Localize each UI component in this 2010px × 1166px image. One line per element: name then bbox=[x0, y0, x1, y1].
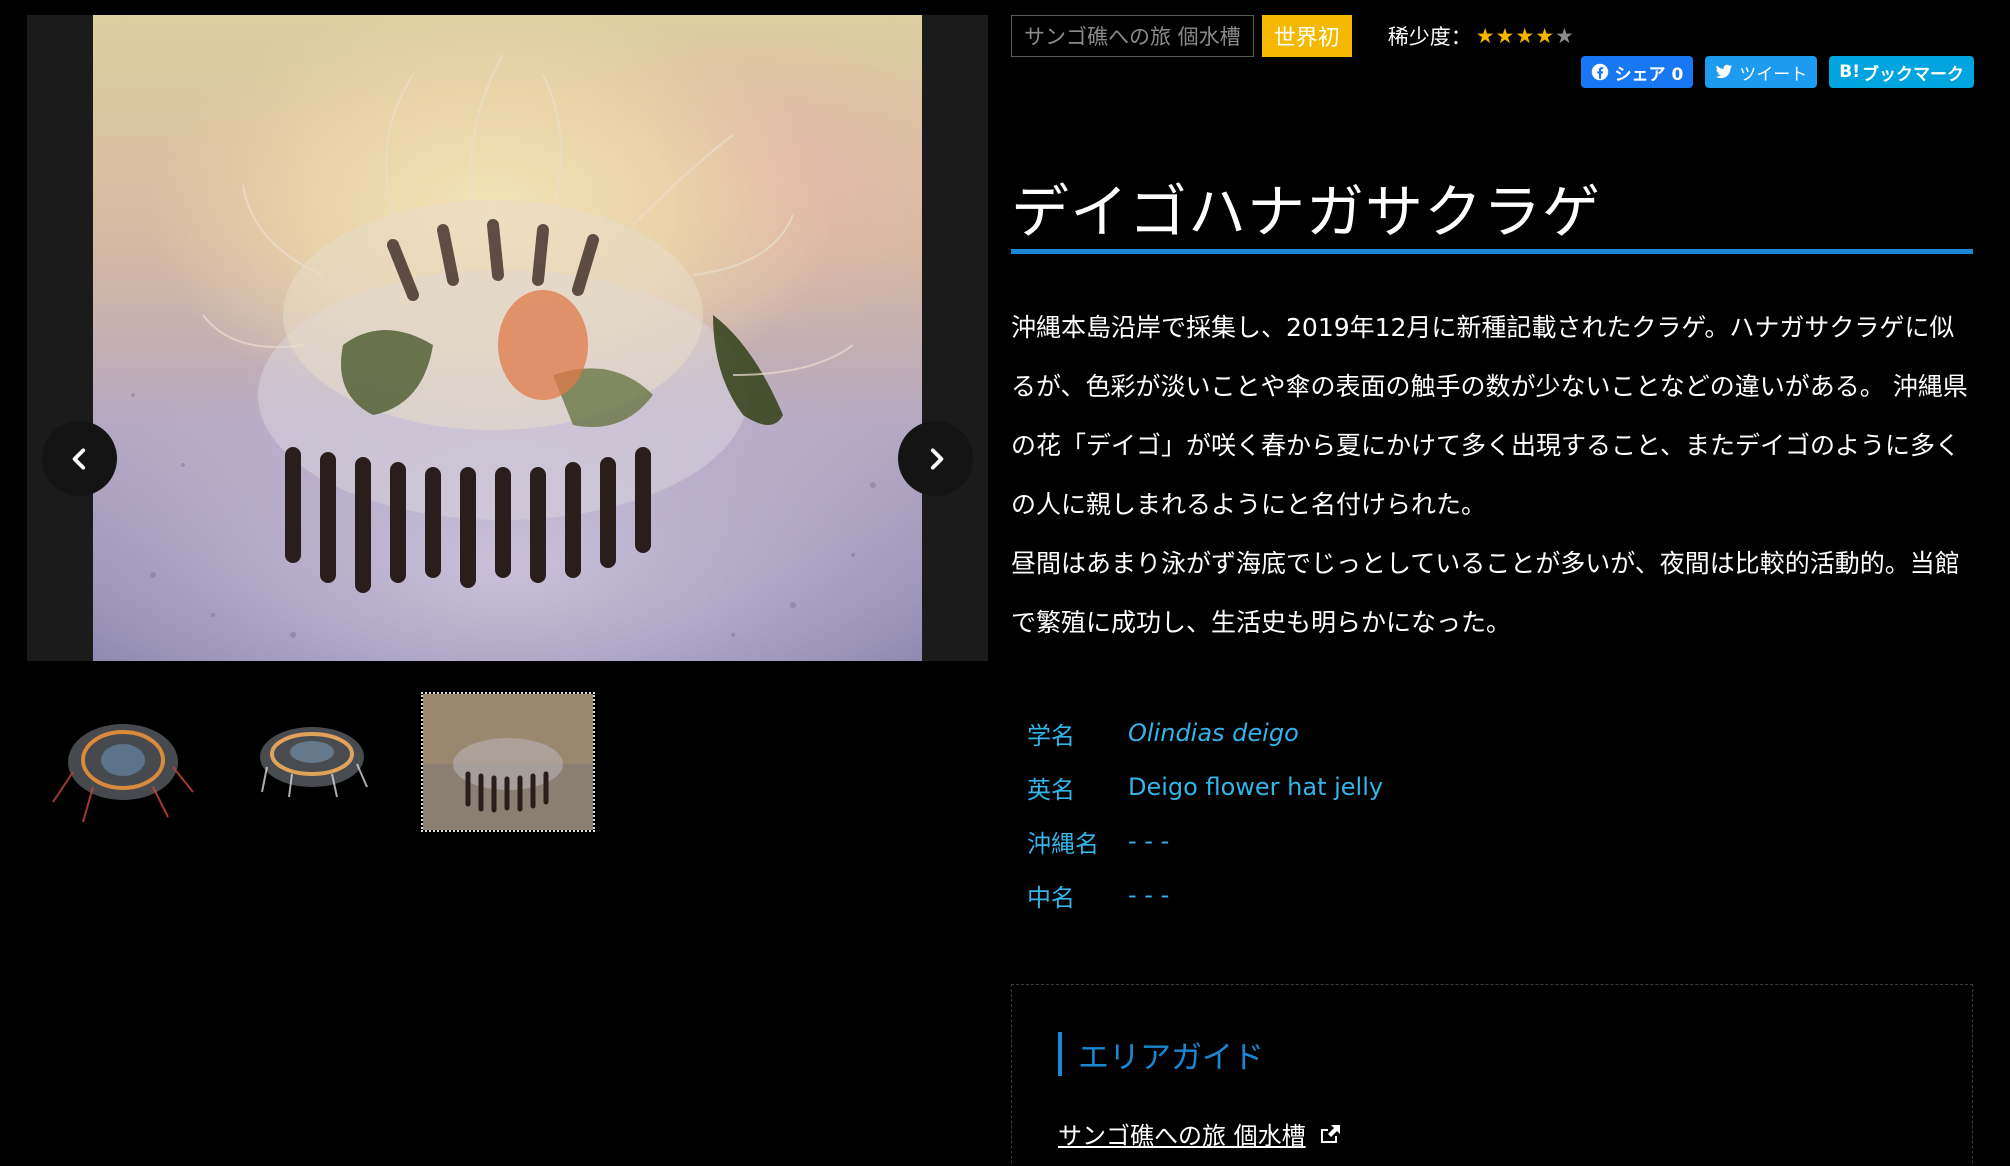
star-filled-icon: ★ bbox=[1495, 24, 1516, 48]
fact-value: - - - bbox=[1128, 881, 1170, 909]
facebook-share-button[interactable]: シェア 0 bbox=[1580, 56, 1694, 88]
location-tag[interactable]: サンゴ礁への旅 個水槽 bbox=[1011, 15, 1254, 57]
rarity-rating: 稀少度： ★★★★★ bbox=[1388, 21, 1575, 51]
main-jellyfish-photo bbox=[93, 15, 922, 661]
fact-key: 英名 bbox=[1027, 775, 1075, 804]
jellyfish-thumbnail-image bbox=[423, 694, 593, 830]
fact-row-okinawan-name: 沖縄名 - - - bbox=[1027, 814, 1383, 868]
gallery-prev-button[interactable] bbox=[42, 421, 117, 496]
star-empty-icon: ★ bbox=[1555, 24, 1575, 48]
twitter-tweet-button[interactable]: ツイート bbox=[1705, 56, 1818, 88]
external-link-icon bbox=[1318, 1123, 1342, 1145]
jellyfish-thumbnail-image bbox=[260, 727, 368, 798]
fact-value: Deigo flower hat jelly bbox=[1128, 773, 1384, 801]
page-title: デイゴハナガサクラゲ bbox=[1011, 178, 1602, 246]
twitter-bird-icon bbox=[1715, 64, 1733, 80]
jellyfish-thumbnail-image bbox=[52, 724, 194, 823]
description-paragraph-1: 沖縄本島沿岸で採集し、2019年12月に新種記載されたクラゲ。ハナガサクラゲに似… bbox=[1011, 313, 1968, 519]
rarity-stars: ★★★★★ bbox=[1476, 24, 1575, 48]
hatena-bookmark-label: ブックマーク bbox=[1862, 64, 1964, 85]
twitter-tweet-label: ツイート bbox=[1739, 64, 1808, 85]
thumbnail-1[interactable] bbox=[33, 692, 203, 834]
fact-row-english-name: 英名 Deigo flower hat jelly bbox=[1027, 760, 1383, 814]
fact-value: Olindias deigo bbox=[1128, 719, 1299, 747]
title-underline bbox=[1011, 249, 1973, 254]
tag-row: サンゴ礁への旅 個水槽 世界初 稀少度： ★★★★★ bbox=[1011, 15, 1575, 57]
hatena-bookmark-icon: B! bbox=[1839, 62, 1860, 82]
area-guide-link-label: サンゴ礁への旅 個水槽 bbox=[1058, 1122, 1306, 1150]
fact-key: 学名 bbox=[1027, 721, 1075, 750]
facebook-icon bbox=[1591, 63, 1609, 81]
fact-value: - - - bbox=[1128, 827, 1170, 855]
thumbnail-3-selected[interactable] bbox=[421, 692, 595, 832]
thumbnail-2[interactable] bbox=[227, 692, 397, 834]
star-filled-icon: ★ bbox=[1475, 24, 1496, 48]
area-guide-link[interactable]: サンゴ礁への旅 個水槽 bbox=[1058, 1116, 1342, 1151]
description-paragraph-2: 昼間はあまり泳がず海底でじっとしていることが多いが、夜間は比較的活動的。当館で繁… bbox=[1011, 549, 1960, 637]
fact-key: 中名 bbox=[1027, 883, 1075, 912]
star-filled-icon: ★ bbox=[1535, 24, 1556, 48]
fact-key: 沖縄名 bbox=[1027, 829, 1099, 858]
thumbnail-strip bbox=[27, 692, 597, 834]
star-filled-icon: ★ bbox=[1515, 24, 1536, 48]
chevron-right-icon bbox=[930, 447, 943, 470]
fact-row-chinese-name: 中名 - - - bbox=[1027, 868, 1383, 922]
hatena-bookmark-button[interactable]: B! ブックマーク bbox=[1829, 56, 1974, 88]
species-facts: 学名 Olindias deigo 英名 Deigo flower hat je… bbox=[1027, 706, 1383, 922]
world-first-badge: 世界初 bbox=[1261, 15, 1352, 57]
fact-row-scientific-name: 学名 Olindias deigo bbox=[1027, 706, 1383, 760]
facebook-share-label: シェア 0 bbox=[1614, 64, 1684, 85]
rarity-label: 稀少度： bbox=[1387, 25, 1472, 49]
chevron-left-icon bbox=[72, 447, 85, 470]
gallery-next-button[interactable] bbox=[898, 421, 973, 496]
main-image-viewer bbox=[27, 15, 988, 661]
species-description: 沖縄本島沿岸で採集し、2019年12月に新種記載されたクラゲ。ハナガサクラゲに似… bbox=[1011, 298, 1971, 652]
jellyfish-illustration bbox=[131, 54, 876, 638]
area-guide-box: エリアガイド サンゴ礁への旅 個水槽 bbox=[1011, 984, 1973, 1166]
area-guide-heading: エリアガイド bbox=[1058, 1032, 1264, 1076]
share-buttons: シェア 0 ツイート B! ブックマーク bbox=[1580, 56, 1974, 88]
